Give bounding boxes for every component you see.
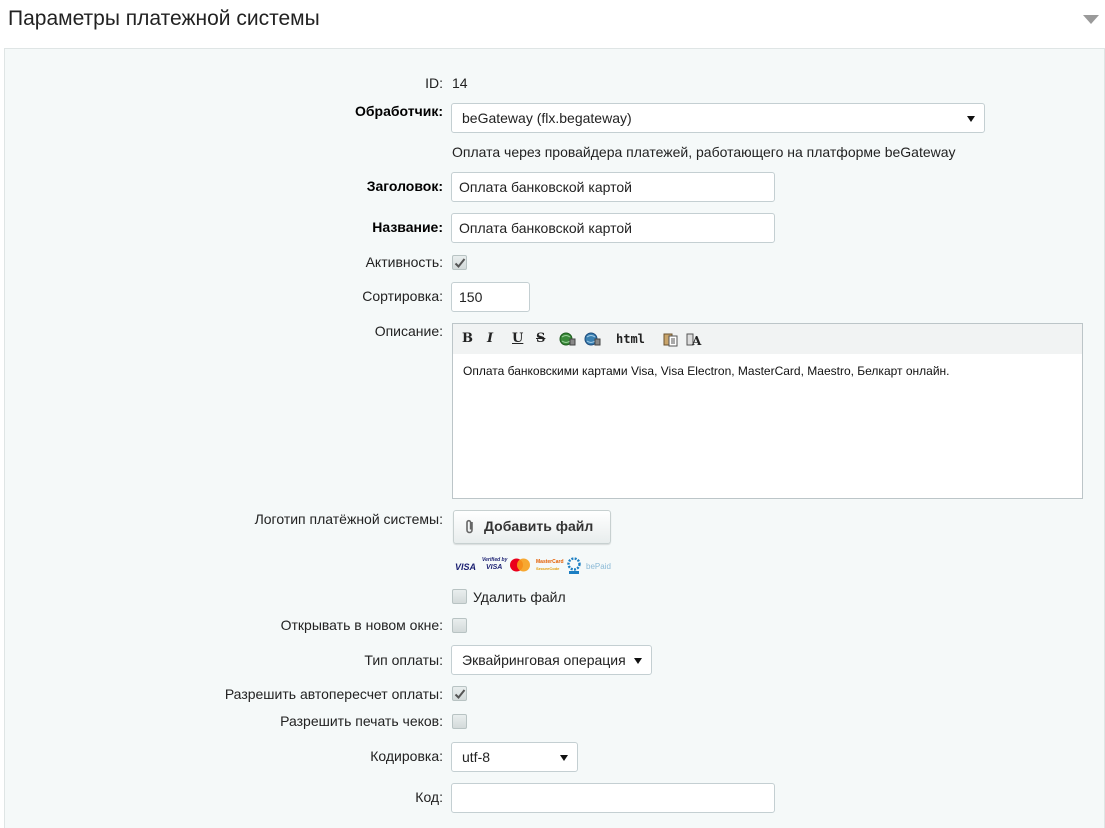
handler-label: Обработчик: [355,103,443,119]
payment-type-label: Тип оплаты: [364,652,443,668]
bold-button[interactable]: B [462,332,473,346]
add-file-label: Добавить файл [484,518,594,534]
id-label: ID: [425,75,443,91]
handler-select[interactable]: beGateway (flx.begateway) [451,103,985,133]
payment-type-value: Эквайринговая операция [462,652,626,668]
dropdown-arrow-icon [634,658,642,664]
code-label: Код: [415,789,443,805]
name-label: Название: [372,219,443,235]
font-format-icon[interactable]: A [686,331,706,347]
paste-icon[interactable] [662,331,679,347]
section-header: Параметры платежной системы [0,0,1105,48]
insert-link-icon[interactable] [559,331,576,347]
sort-label: Сортировка: [362,288,443,304]
visa-logo: VISA [455,562,477,572]
handler-select-value: beGateway (flx.begateway) [462,110,632,126]
allow-print-label: Разрешить печать чеков: [280,713,443,729]
description-label: Описание: [374,323,443,339]
underline-button[interactable]: U [512,332,523,346]
bepaid-logo: bePaid [586,562,611,571]
encoding-label: Кодировка: [370,748,443,764]
logo-label: Логотип платёжной системы: [254,511,443,527]
active-checkbox[interactable] [452,255,467,270]
new-window-label: Открывать в новом окне: [280,617,443,633]
payment-type-select[interactable]: Эквайринговая операция [451,645,652,675]
editor-toolbar: B I U S html A [453,324,1082,354]
handler-description: Оплата через провайдера платежей, работа… [452,144,956,160]
description-text: Оплата банковскими картами Visa, Visa El… [463,364,950,378]
chevron-down-icon[interactable] [1083,15,1099,24]
mastercard-securecode-logo: MasterCard [536,559,564,565]
delete-file-label: Удалить файл [473,589,566,605]
allow-print-checkbox[interactable] [452,714,467,729]
allow-recalc-checkbox[interactable] [452,686,467,701]
encoding-select[interactable]: utf-8 [451,742,578,772]
securecode-text: SecureCode [536,566,560,571]
new-window-checkbox[interactable] [452,618,467,633]
code-input[interactable] [451,783,775,813]
checkmark-icon [454,258,466,268]
strike-button[interactable]: S [536,332,545,346]
html-mode-button[interactable]: html [616,332,645,346]
id-value: 14 [452,75,468,91]
remove-link-icon[interactable] [584,331,601,347]
belkart-logo [567,557,581,574]
header-field-input[interactable]: Оплата банковской картой [451,172,775,202]
svg-text:A: A [691,334,702,347]
verified-visa-logo: VISA [486,564,503,571]
italic-button[interactable]: I [487,332,493,346]
description-editor[interactable]: B I U S html A Оплата банковскими картам… [452,323,1083,499]
allow-recalc-label: Разрешить автопересчет оплаты: [224,686,443,702]
dropdown-arrow-icon [560,755,568,761]
encoding-value: utf-8 [462,749,491,765]
mastercard-logo [510,558,530,572]
active-label: Активность: [365,254,443,270]
paperclip-icon [466,519,473,534]
dropdown-arrow-icon [967,116,975,122]
checkmark-icon [454,689,466,699]
header-field-label: Заголовок: [366,178,443,194]
verified-by-text: Verified by [482,557,508,563]
delete-file-checkbox[interactable] [452,589,467,604]
name-input[interactable]: Оплата банковской картой [451,213,775,243]
add-file-button[interactable]: Добавить файл [453,510,611,544]
sort-input[interactable]: 150 [451,282,530,312]
page-title: Параметры платежной системы [8,7,320,30]
